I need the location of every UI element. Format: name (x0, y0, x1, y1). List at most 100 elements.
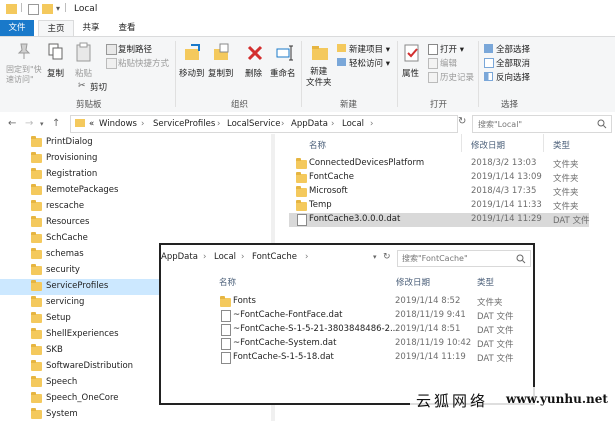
group-separator (301, 41, 302, 107)
breadcrumb-separator[interactable]: › (281, 119, 284, 129)
breadcrumb-localservice[interactable]: LocalService (227, 119, 280, 129)
overlay-address-bar[interactable]: AppData › Local › FontCache › ▾ ↻ (161, 249, 391, 265)
folder-icon (220, 296, 231, 307)
paste-shortcut-button[interactable]: 粘贴快捷方式 (106, 57, 176, 69)
list-item[interactable]: ~FontCache-S-1-5-21-3803848486-2... 2019/… (217, 323, 517, 337)
breadcrumb-separator[interactable]: › (141, 119, 144, 129)
new-item-button[interactable]: 新建项目 ▾ (337, 43, 397, 55)
new-folder-quick-icon[interactable] (42, 4, 53, 14)
tab-home[interactable]: 主页 (38, 20, 74, 37)
new-folder-button[interactable]: 新建 文件夹 (305, 41, 335, 95)
sidebar-item-printdialog[interactable]: PrintDialog (0, 135, 275, 151)
search-placeholder: 搜索"Local" (478, 120, 523, 129)
refresh-icon[interactable]: ↻ (383, 252, 391, 262)
folder-icon (31, 152, 42, 163)
list-item[interactable]: Fonts 2019/1/14 8:52 文件夹 (217, 295, 517, 309)
breadcrumb-appdata[interactable]: AppData (161, 252, 198, 262)
sidebar-item-remotepackages[interactable]: RemotePackages (0, 183, 275, 199)
open-button[interactable]: 打开 ▾ (428, 43, 473, 55)
breadcrumb-overflow[interactable]: « (89, 119, 94, 129)
select-all-button[interactable]: 全部选择 (484, 43, 544, 55)
list-item[interactable]: Temp 2019/1/14 11:33 文件夹 (289, 199, 589, 213)
folder-icon (31, 200, 42, 211)
invert-selection-button[interactable]: 反向选择 (484, 71, 544, 83)
rename-icon (276, 45, 293, 61)
new-group-label: 新建 (340, 100, 358, 110)
edit-icon (428, 58, 438, 69)
refresh-icon[interactable]: ↻ (458, 116, 466, 127)
list-item[interactable]: ~FontCache-FontFace.dat 2018/11/19 9:41 DA… (217, 309, 517, 323)
navigation-bar: ← → ▾ ↑ « Windows › ServiceProfiles › Lo… (0, 112, 615, 134)
copy-path-button[interactable]: 复制路径 (106, 43, 166, 55)
breadcrumb-separator[interactable]: › (370, 119, 373, 129)
back-arrow-icon[interactable]: ← (8, 118, 16, 129)
history-button[interactable]: 历史记录 (428, 71, 478, 83)
column-header-date[interactable]: 修改日期 (471, 139, 505, 151)
cut-button[interactable]: ✂ 剪切 (78, 81, 118, 93)
tab-share[interactable]: 共享 (74, 20, 108, 36)
address-dropdown-icon[interactable]: ▾ (373, 253, 377, 261)
edit-button[interactable]: 编辑 (428, 57, 473, 69)
open-icon (428, 44, 438, 55)
open-group-label: 打开 (430, 100, 448, 110)
recent-locations-icon[interactable]: ▾ (40, 120, 44, 128)
column-header-name[interactable]: 名称 (309, 139, 326, 151)
properties-icon (404, 44, 419, 62)
properties-button[interactable]: 属性 (400, 41, 424, 95)
breadcrumb-windows[interactable]: Windows (99, 119, 137, 129)
up-arrow-icon[interactable]: ↑ (52, 118, 60, 129)
search-box[interactable]: 搜索"Local" (472, 115, 612, 133)
copy-to-button[interactable]: 复制到 (208, 41, 236, 91)
search-icon[interactable] (516, 254, 526, 264)
copy-button[interactable]: 复制 (44, 41, 68, 91)
breadcrumb-local[interactable]: Local (214, 252, 236, 262)
ribbon-tabs: 文件 主页 共享 查看 (0, 20, 615, 37)
pin-quick-access-button[interactable]: 固定到"快 速访问" (6, 41, 42, 91)
sidebar-item-resources[interactable]: Resources (0, 215, 275, 231)
breadcrumb-separator[interactable]: › (305, 252, 308, 262)
breadcrumb-serviceprofiles[interactable]: ServiceProfiles (153, 119, 215, 129)
column-header-date[interactable]: 修改日期 (396, 276, 430, 288)
list-item[interactable]: FontCache-S-1-5-18.dat 2019/1/14 11:19 DAT… (217, 351, 517, 365)
folder-icon (31, 264, 42, 275)
delete-button[interactable]: 删除 (243, 41, 267, 91)
folder-icon (6, 4, 17, 14)
breadcrumb-appdata[interactable]: AppData (291, 119, 328, 129)
tab-view[interactable]: 查看 (110, 20, 144, 36)
easy-access-button[interactable]: 轻松访问 ▾ (337, 57, 397, 69)
list-item[interactable]: FontCache3.0.0.0.dat 2019/1/14 11:29 DAT 文… (289, 213, 589, 227)
sidebar-item-rescache[interactable]: rescache (0, 199, 275, 215)
list-item[interactable]: Microsoft 2018/4/3 17:35 文件夹 (289, 185, 589, 199)
move-to-button[interactable]: 移动到 (179, 41, 207, 91)
rename-button[interactable]: 重命名 (270, 41, 298, 91)
file-icon (221, 310, 231, 322)
properties-quick-icon[interactable] (28, 4, 39, 15)
watermark-url: www.yunhu.net (506, 392, 608, 406)
breadcrumb-separator[interactable]: › (331, 119, 334, 129)
customize-toolbar-icon[interactable]: ▾ (56, 4, 60, 13)
file-icon (297, 214, 307, 226)
file-icon (221, 324, 231, 336)
breadcrumb-local[interactable]: Local (342, 119, 364, 129)
select-none-button[interactable]: 全部取消 (484, 57, 544, 69)
sidebar-item-registration[interactable]: Registration (0, 167, 275, 183)
address-bar[interactable]: « Windows › ServiceProfiles › LocalServi… (70, 115, 458, 133)
forward-arrow-icon[interactable]: → (25, 118, 33, 129)
list-item[interactable]: ConnectedDevicesPlatform 2018/3/2 13:03 文件… (289, 157, 589, 171)
column-header-name[interactable]: 名称 (219, 276, 236, 288)
tab-file[interactable]: 文件 (0, 20, 34, 36)
list-item[interactable]: ~FontCache-System.dat 2018/11/19 10:42 DAT… (217, 337, 517, 351)
overlay-search-box[interactable]: 搜索"FontCache" (397, 250, 531, 267)
column-header-type[interactable]: 类型 (553, 139, 570, 151)
search-icon[interactable] (597, 119, 607, 129)
list-item[interactable]: FontCache 2019/1/14 13:09 文件夹 (289, 171, 589, 185)
copy-to-icon (214, 43, 229, 60)
breadcrumb-separator[interactable]: › (203, 252, 206, 262)
clipboard-group-label: 剪贴板 (76, 100, 102, 110)
column-header-type[interactable]: 类型 (477, 276, 494, 288)
breadcrumb-separator[interactable]: › (241, 252, 244, 262)
sidebar-item-provisioning[interactable]: Provisioning (0, 151, 275, 167)
breadcrumb-separator[interactable]: › (217, 119, 220, 129)
scissors-icon: ✂ (78, 81, 86, 91)
breadcrumb-fontcache[interactable]: FontCache (252, 252, 297, 262)
